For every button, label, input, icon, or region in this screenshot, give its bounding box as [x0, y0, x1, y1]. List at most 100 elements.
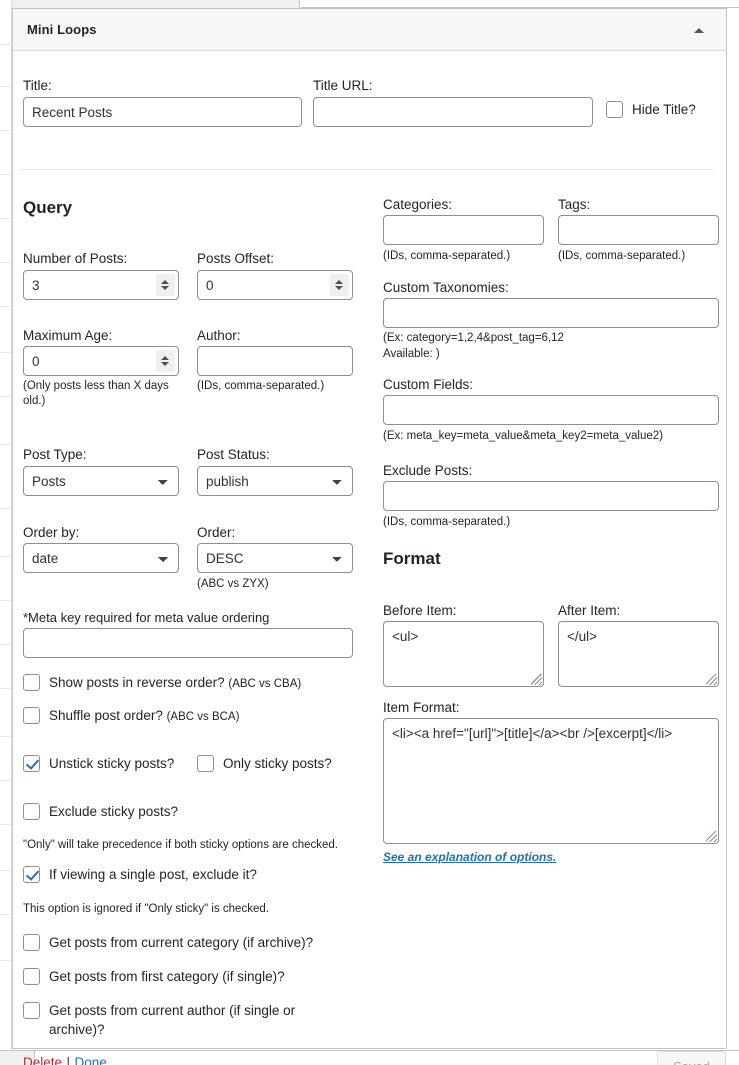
first-category-checkbox[interactable]	[23, 968, 40, 985]
unstick-sticky-label: Unstick sticky posts?	[49, 756, 175, 771]
mini-loops-widget-panel: Mini Loops Title: Title URL: Hide Title?…	[12, 8, 727, 1065]
item-format-field[interactable]: <li><a href="[url]">[title]</a><br />[ex…	[383, 718, 719, 844]
bg-row-divider	[0, 600, 11, 601]
checkbox-row-current-category[interactable]: Get posts from current category (if arch…	[23, 933, 313, 952]
explanation-link[interactable]: See an explanation of options.	[383, 850, 556, 864]
author-label: Author:	[197, 328, 241, 343]
title-url-input[interactable]	[313, 97, 593, 127]
posts-offset-stepper[interactable]	[330, 274, 349, 296]
bg-fragment: l	[0, 150, 11, 165]
widget-header[interactable]: Mini Loops	[13, 9, 726, 51]
exclude-posts-input[interactable]	[383, 481, 719, 511]
footer-links: Delete | Done	[23, 1054, 107, 1065]
checkbox-row-exclude-current[interactable]: If viewing a single post, exclude it?	[23, 865, 257, 884]
before-item-field[interactable]: <ul>	[383, 621, 544, 687]
saved-button[interactable]: Saved	[657, 1051, 726, 1065]
current-category-checkbox[interactable]	[23, 934, 40, 951]
bg-fragment: e	[0, 936, 11, 951]
background-top-rule	[301, 0, 739, 8]
maximum-age-field[interactable]	[23, 346, 179, 376]
shuffle-checkbox[interactable]	[23, 707, 40, 724]
order-select[interactable]: DESC	[197, 543, 353, 573]
bg-fragment: h	[0, 22, 11, 37]
bg-row-divider	[0, 688, 11, 689]
hide-title-row[interactable]: Hide Title?	[606, 100, 696, 119]
bg-row-divider	[0, 86, 11, 87]
posts-offset-field[interactable]	[197, 270, 353, 300]
bg-row-divider	[0, 960, 11, 961]
custom-fields-input[interactable]	[383, 395, 719, 425]
exclude-posts-label: Exclude Posts:	[383, 463, 473, 478]
widget-title: Mini Loops	[27, 22, 97, 37]
after-item-textarea[interactable]: </ul>	[558, 621, 719, 687]
bg-fragment: t	[0, 800, 11, 815]
checkbox-row-reverse-order[interactable]: Show posts in reverse order? (ABC vs CBA…	[23, 673, 301, 694]
first-category-label: Get posts from first category (if single…	[49, 969, 285, 984]
current-author-checkbox[interactable]	[23, 1002, 40, 1019]
checkbox-row-shuffle[interactable]: Shuffle post order? (ABC vs BCA)	[23, 706, 239, 727]
categories-label: Categories:	[383, 197, 453, 212]
custom-taxonomies-label: Custom Taxonomies:	[383, 280, 509, 295]
tags-input[interactable]	[558, 215, 719, 245]
number-of-posts-stepper[interactable]	[156, 274, 175, 296]
single-post-note: This option is ignored if "Only sticky" …	[23, 903, 269, 915]
checkbox-row-only-sticky[interactable]: Only sticky posts?	[197, 754, 332, 773]
section-divider	[21, 169, 713, 170]
order-hint: (ABC vs ZYX)	[197, 578, 269, 590]
maximum-age-hint: (Only posts less than X days old.)	[23, 380, 169, 407]
triangle-up-icon[interactable]	[682, 9, 716, 50]
hide-title-checkbox[interactable]	[606, 101, 623, 118]
done-link[interactable]: Done	[74, 1055, 106, 1065]
checkbox-row-exclude-sticky[interactable]: Exclude sticky posts?	[23, 802, 178, 821]
bg-row-divider	[0, 218, 11, 219]
exclude-posts-hint: (IDs, comma-separated.)	[383, 516, 511, 528]
post-status-label: Post Status:	[197, 447, 270, 462]
custom-taxonomies-input[interactable]	[383, 298, 719, 328]
background-widget-list: h o e l t t g l a n i n e t e r a t t	[0, 0, 12, 1065]
item-format-label: Item Format:	[383, 700, 460, 715]
checkbox-row-unstick-sticky[interactable]: Unstick sticky posts?	[23, 754, 174, 773]
bg-fragment: a	[0, 756, 11, 771]
bg-fragment: r	[0, 712, 11, 727]
post-status-select[interactable]: publish	[197, 466, 353, 496]
checkbox-row-current-author[interactable]: Get posts from current author (if single…	[23, 1001, 323, 1039]
exclude-sticky-checkbox[interactable]	[23, 803, 40, 820]
order-label: Order:	[197, 525, 236, 540]
bg-fragment: e	[0, 106, 11, 121]
after-item-field[interactable]: </ul>	[558, 621, 719, 687]
custom-taxonomies-hint-1: (Ex: category=1,2,4&post_tag=6,12	[383, 332, 564, 344]
order-by-select[interactable]: date	[23, 543, 179, 573]
author-hint: (IDs, comma-separated.)	[197, 380, 325, 392]
post-type-label: Post Type:	[23, 447, 87, 462]
post-type-select[interactable]: Posts	[23, 466, 179, 496]
bg-row-divider	[0, 306, 11, 307]
format-heading: Format	[383, 549, 441, 568]
meta-key-label: *Meta key required for meta value orderi…	[23, 610, 270, 625]
checkbox-row-first-category[interactable]: Get posts from first category (if single…	[23, 967, 285, 986]
number-of-posts-field[interactable]	[23, 270, 179, 300]
bg-fragment: F	[0, 890, 11, 905]
before-item-textarea[interactable]: <ul>	[383, 621, 544, 687]
reverse-order-checkbox[interactable]	[23, 674, 40, 691]
maximum-age-label: Maximum Age:	[23, 328, 113, 343]
delete-link[interactable]: Delete	[23, 1055, 62, 1065]
meta-key-input[interactable]	[23, 628, 353, 658]
bg-row-divider	[0, 780, 11, 781]
bg-fragment: n	[0, 418, 11, 433]
hide-title-label: Hide Title?	[632, 102, 696, 117]
maximum-age-stepper[interactable]	[156, 350, 175, 372]
categories-input[interactable]	[383, 215, 544, 245]
bg-fragment: n	[0, 530, 11, 545]
only-sticky-checkbox[interactable]	[197, 755, 214, 772]
bg-row-divider	[0, 556, 11, 557]
author-input[interactable]	[197, 346, 353, 376]
item-format-textarea[interactable]: <li><a href="[url]">[title]</a><br />[ex…	[383, 718, 719, 844]
title-input[interactable]	[23, 97, 302, 127]
bg-row-divider	[0, 870, 11, 871]
bg-row-divider	[0, 508, 11, 509]
exclude-sticky-label: Exclude sticky posts?	[49, 804, 179, 819]
reverse-order-text: Show posts in reverse order?	[49, 675, 225, 690]
bg-row-divider	[0, 644, 11, 645]
exclude-current-checkbox[interactable]	[23, 866, 40, 883]
unstick-sticky-checkbox[interactable]	[23, 755, 40, 772]
